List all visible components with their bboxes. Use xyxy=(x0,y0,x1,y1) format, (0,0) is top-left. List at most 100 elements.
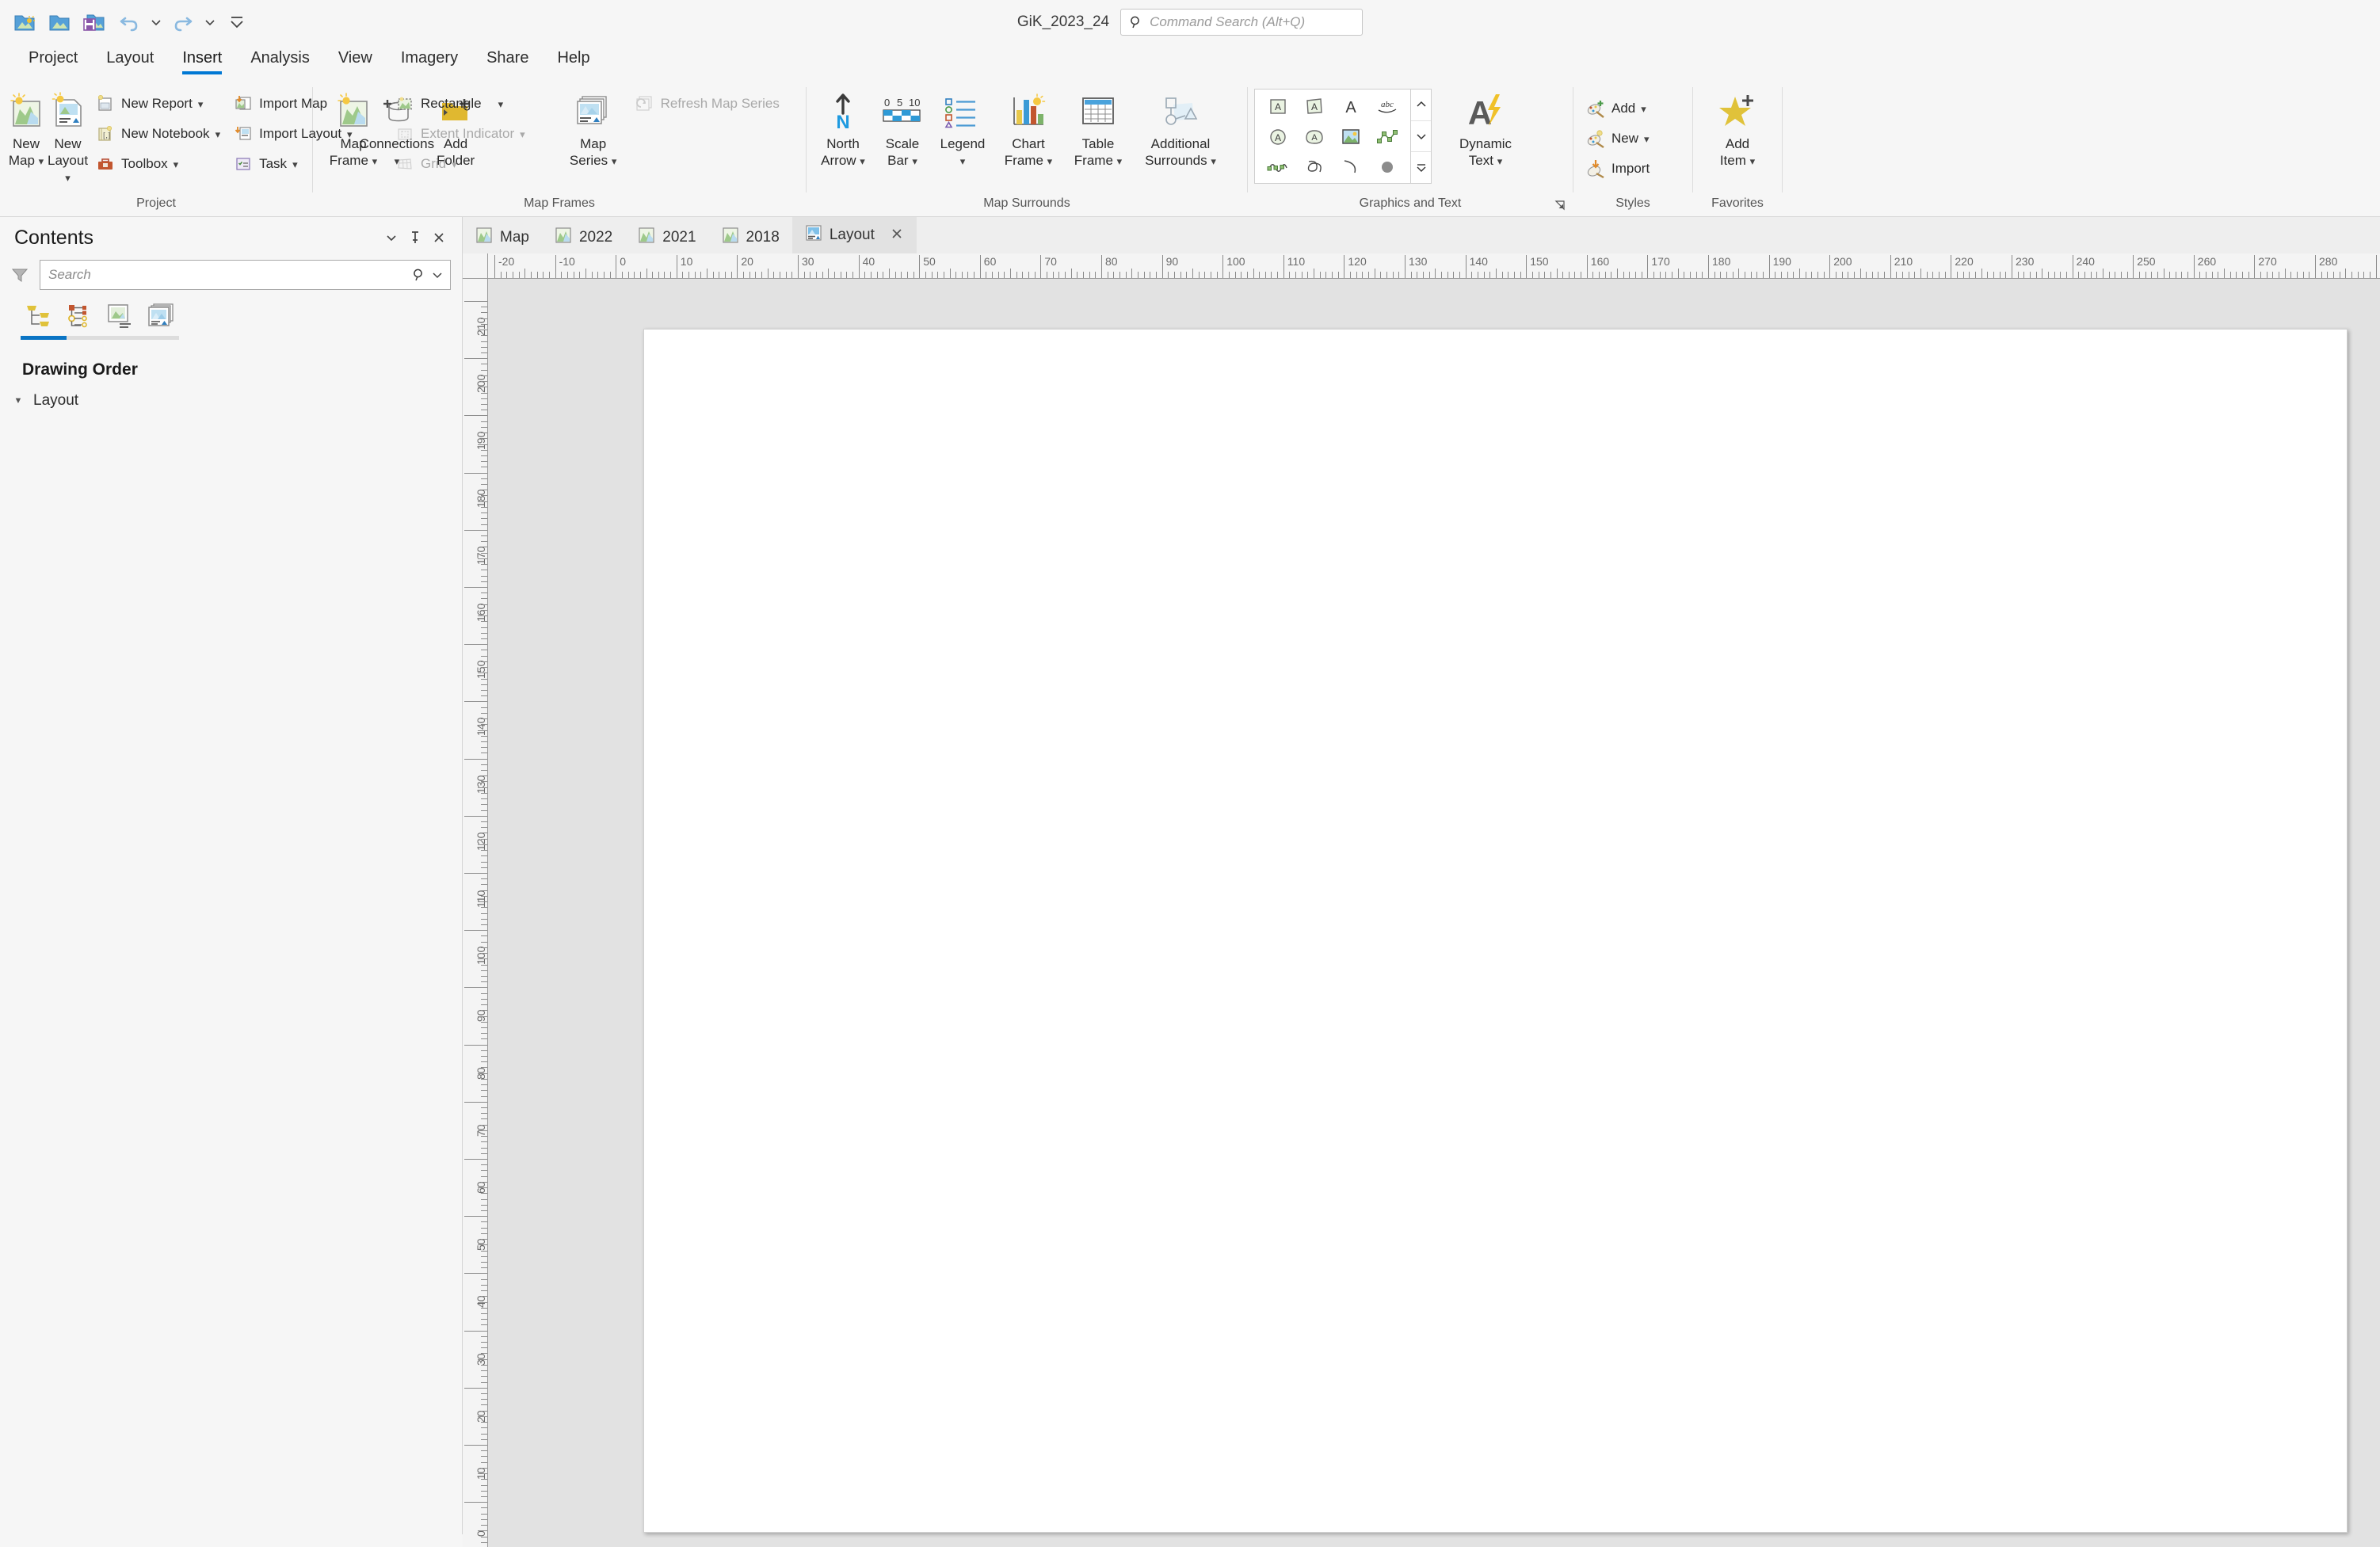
new-notebook-icon: [,] xyxy=(95,124,116,144)
chevron-down-icon[interactable]: ▾ xyxy=(215,129,221,139)
list-by-map-frame-icon[interactable] xyxy=(103,298,139,334)
chevron-down-icon[interactable]: ▾ xyxy=(39,155,44,167)
arc-icon[interactable] xyxy=(1333,152,1369,182)
chevron-down-icon[interactable]: ▾ xyxy=(1641,104,1646,114)
chevron-down-icon[interactable]: ▾ xyxy=(65,172,71,184)
redo-icon[interactable] xyxy=(166,6,200,39)
tab-share[interactable]: Share xyxy=(472,44,543,79)
graphics-gallery[interactable]: A A A abc A A xyxy=(1254,89,1432,184)
map-series-button[interactable]: Map Series ▾ xyxy=(559,86,627,179)
list-by-drawing-order-icon[interactable] xyxy=(21,298,57,334)
view-tab-map[interactable]: Map xyxy=(463,222,542,253)
text-plain-icon[interactable]: A xyxy=(1333,92,1369,122)
chevron-down-icon[interactable]: ▾ xyxy=(1750,155,1756,167)
view-tab-layout[interactable]: Layout xyxy=(791,217,917,253)
chevron-down-icon[interactable]: ▾ xyxy=(860,155,865,167)
picture-icon[interactable] xyxy=(1333,122,1369,152)
freehand-curve-icon[interactable] xyxy=(1260,152,1296,182)
chart-frame-button[interactable]: Chart Frame ▾ xyxy=(994,86,1063,179)
chevron-down-icon[interactable]: ▾ xyxy=(498,99,504,109)
chevron-down-icon[interactable]: ▾ xyxy=(1497,155,1503,167)
new-report-button[interactable]: New Report ▾ xyxy=(90,89,226,119)
tab-layout[interactable]: Layout xyxy=(92,44,168,79)
contents-tree-item-layout[interactable]: ▼ Layout xyxy=(0,379,462,410)
text-circle-icon[interactable]: A xyxy=(1260,122,1296,152)
table-frame-button[interactable]: Table Frame ▾ xyxy=(1063,86,1133,179)
chevron-down-icon[interactable]: ▾ xyxy=(612,155,617,167)
expand-triangle-icon[interactable]: ▼ xyxy=(13,396,24,406)
scale-bar-button[interactable]: 0 5 10 Scale Bar ▾ xyxy=(873,86,932,179)
tab-analysis[interactable]: Analysis xyxy=(236,44,323,79)
open-project-icon[interactable] xyxy=(43,6,76,39)
new-project-icon[interactable] xyxy=(8,6,41,39)
dynamic-text-button[interactable]: A Dynamic Text ▾ xyxy=(1441,86,1530,179)
new-notebook-button[interactable]: [,] New Notebook ▾ xyxy=(90,119,226,149)
close-icon[interactable] xyxy=(427,226,451,250)
view-tab-2021[interactable]: 2021 xyxy=(625,222,708,253)
chevron-down-icon[interactable]: ▾ xyxy=(960,155,966,167)
tab-insert[interactable]: Insert xyxy=(168,44,236,79)
chevron-down-icon[interactable]: ▾ xyxy=(198,99,204,109)
layout-canvas[interactable] xyxy=(488,279,2380,1547)
north-arrow-button[interactable]: N North Arrow ▾ xyxy=(813,86,873,179)
chevron-down-icon[interactable]: ▾ xyxy=(1211,155,1216,167)
text-rectangle-icon[interactable]: A xyxy=(1260,92,1296,122)
legend-button[interactable]: Legend ▾ xyxy=(932,86,994,179)
chevron-down-icon[interactable]: ▾ xyxy=(1047,155,1053,167)
tab-imagery[interactable]: Imagery xyxy=(387,44,472,79)
polyline-icon[interactable] xyxy=(1369,122,1405,152)
chevron-down-icon[interactable]: ▾ xyxy=(174,159,179,170)
command-search-input[interactable]: Command Search (Alt+Q) xyxy=(1120,9,1364,36)
chevron-down-icon[interactable]: ▾ xyxy=(912,155,917,167)
chevron-down-icon[interactable]: ▾ xyxy=(1117,155,1123,167)
undo-dropdown-icon[interactable] xyxy=(147,6,165,39)
ruler-minor-tick xyxy=(481,1084,487,1086)
list-by-layout-elements-icon[interactable] xyxy=(144,298,181,334)
chevron-down-icon[interactable]: ▾ xyxy=(292,159,298,170)
ruler-minor-tick xyxy=(2297,272,2298,278)
new-map-button[interactable]: New Map ▾ xyxy=(6,86,46,179)
tab-view[interactable]: View xyxy=(324,44,387,79)
gallery-scroll-down-icon[interactable] xyxy=(1411,120,1431,152)
pin-icon[interactable] xyxy=(403,226,427,250)
add-style-button[interactable]: Add ▾ xyxy=(1580,93,1655,124)
tab-help[interactable]: Help xyxy=(543,44,604,79)
toolbox-button[interactable]: Toolbox ▾ xyxy=(90,149,226,179)
text-ellipse-icon[interactable]: A xyxy=(1296,122,1333,152)
filter-icon[interactable] xyxy=(8,263,32,287)
new-layout-button[interactable]: New Layout ▾ xyxy=(48,86,88,185)
view-tab-2022[interactable]: 2022 xyxy=(542,222,625,253)
chevron-down-icon[interactable]: ▾ xyxy=(1644,134,1650,144)
view-tab-2018[interactable]: 2018 xyxy=(709,222,792,253)
customize-quick-access-icon[interactable] xyxy=(220,6,254,39)
chevron-down-icon[interactable]: ▾ xyxy=(372,155,378,167)
redo-dropdown-icon[interactable] xyxy=(201,6,219,39)
ruler-minor-tick xyxy=(1332,272,1333,278)
map-frame-button[interactable]: Map Frame ▾ xyxy=(319,86,387,179)
search-icon[interactable] xyxy=(412,268,426,282)
gallery-scrollbar[interactable] xyxy=(1410,90,1431,183)
freehand-loop-icon[interactable] xyxy=(1296,152,1333,182)
search-input[interactable]: Search xyxy=(40,260,451,290)
new-map-icon xyxy=(6,90,46,133)
circle-filled-icon[interactable] xyxy=(1369,152,1405,182)
gallery-expand-icon[interactable] xyxy=(1411,151,1431,183)
list-by-selection-icon[interactable] xyxy=(62,298,98,334)
text-curved-icon[interactable]: abc xyxy=(1369,92,1405,122)
undo-icon[interactable] xyxy=(113,6,146,39)
close-icon[interactable] xyxy=(890,227,904,245)
rectangle-button[interactable]: Rectangle ▾ xyxy=(389,89,531,119)
chevron-down-icon[interactable] xyxy=(431,270,444,280)
save-project-icon[interactable] xyxy=(78,6,111,39)
new-style-button[interactable]: New ▾ xyxy=(1580,124,1655,154)
add-item-button[interactable]: Add Item ▾ xyxy=(1703,86,1772,179)
import-style-button[interactable]: Import xyxy=(1580,154,1655,184)
graphics-and-text-dialog-launcher[interactable] xyxy=(1552,197,1568,213)
gallery-scroll-up-icon[interactable] xyxy=(1411,90,1431,120)
text-polygon-icon[interactable]: A xyxy=(1296,92,1333,122)
menu-chevron-icon[interactable] xyxy=(380,226,403,250)
additional-surrounds-button[interactable]: Additional Surrounds ▾ xyxy=(1133,86,1228,179)
layout-view[interactable]: -20 -10 0 10 20 30 40 50 60 70 80 90 100 110 120 130 140… xyxy=(463,253,2380,1547)
tab-project[interactable]: Project xyxy=(14,44,92,79)
layout-page[interactable] xyxy=(643,329,2348,1533)
